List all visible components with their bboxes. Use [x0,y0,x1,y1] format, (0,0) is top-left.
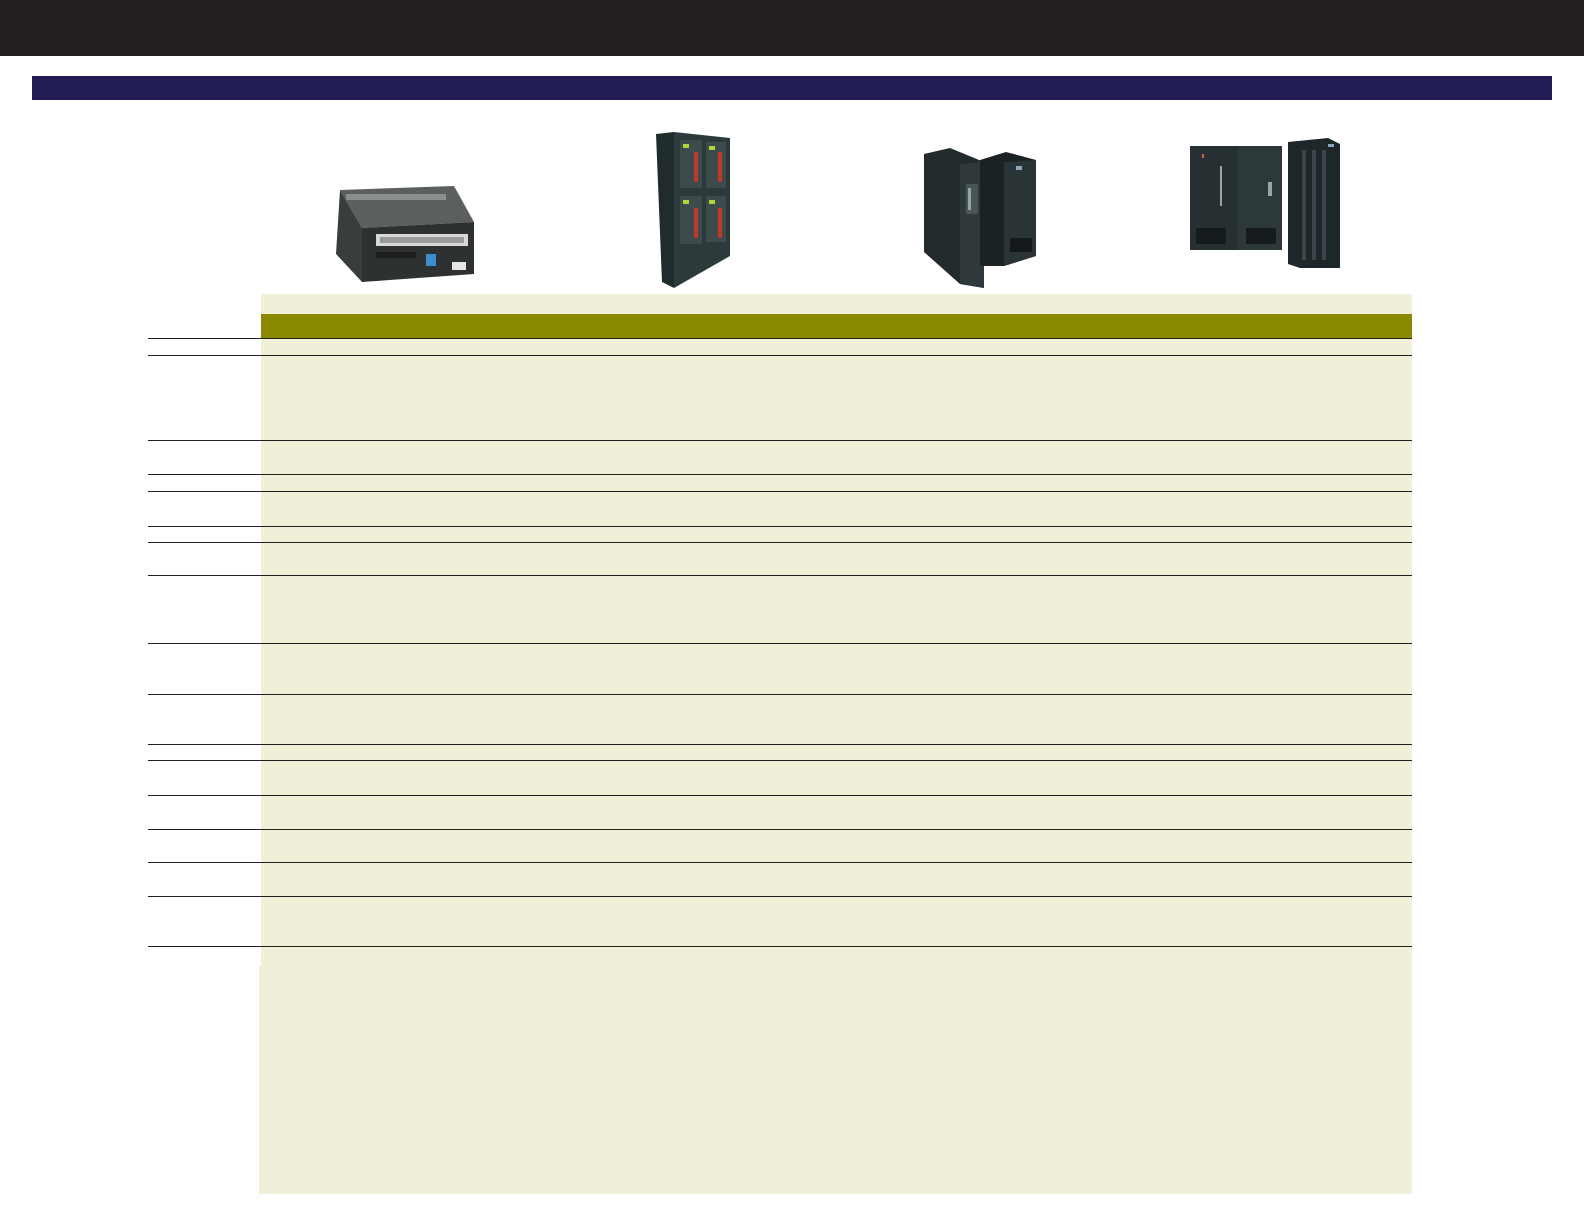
table-rule [148,694,1412,695]
table-rule [148,795,1412,796]
large-library-image [1188,136,1378,276]
spec-table-footer-background [259,966,1412,1194]
table-rule [148,526,1412,527]
table-rule [148,862,1412,863]
tower-library-image [654,132,734,288]
tower-library-icon [656,132,730,288]
table-rule [148,491,1412,492]
table-rule [148,542,1412,543]
frame-library-image [920,148,1040,288]
table-rule [148,829,1412,830]
table-rule [148,440,1412,441]
spec-table-header [261,314,1412,338]
large-library-icon [1190,138,1340,268]
table-rule [148,575,1412,576]
table-rule [148,643,1412,644]
section-title-bar [32,76,1552,100]
table-rule [148,355,1412,356]
top-bar [0,0,1584,56]
table-rule [148,760,1412,761]
table-rule [148,744,1412,745]
table-rule [148,946,1412,947]
table-rule [148,474,1412,475]
table-rule [148,338,1412,339]
tape-drive-image [334,184,478,284]
tape-drive-icon [336,186,474,282]
frame-library-icon [924,148,1036,288]
table-rule [148,896,1412,897]
